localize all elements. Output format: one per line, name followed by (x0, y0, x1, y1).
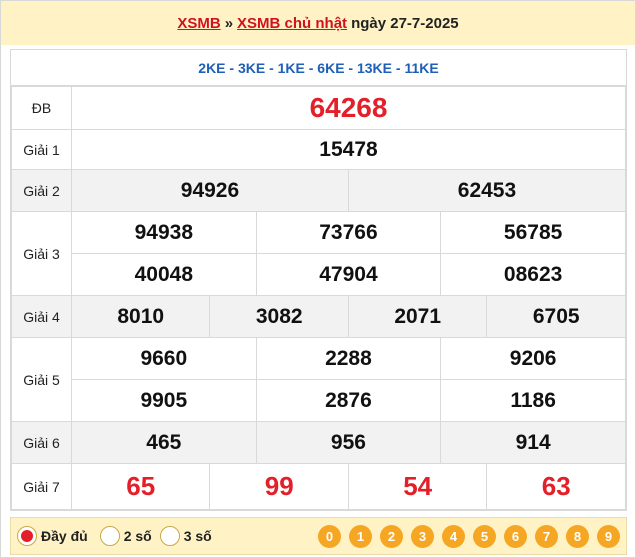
prize-row-db: ĐB 64268 (11, 86, 626, 130)
digit-button-4[interactable]: 4 (442, 524, 465, 548)
prize-number: 56785 (440, 211, 626, 254)
digit-button-5[interactable]: 5 (473, 524, 496, 548)
prize-row-g5b: 9905 2876 1186 (12, 379, 626, 422)
draw-date: ngày 27-7-2025 (351, 14, 459, 32)
prize-number: 6705 (486, 295, 626, 338)
prize-number: 08623 (440, 253, 626, 296)
prize-number: 40048 (71, 253, 257, 296)
prize-number: 2071 (347, 295, 488, 338)
radio-icon[interactable] (99, 526, 120, 546)
prize-number: 9905 (71, 379, 257, 422)
option-label: 2 số (123, 528, 152, 544)
radio-icon[interactable] (159, 526, 180, 546)
prize-number: 63 (486, 463, 626, 510)
prize-number: 94926 (71, 169, 349, 212)
prize-label: Giải 2 (11, 169, 72, 212)
results-panel: XSMB » XSMB chủ nhật ngày 27-7-2025 2KE … (0, 0, 636, 558)
prize-number: 956 (255, 421, 442, 464)
xsmb-link[interactable]: XSMB (177, 15, 220, 32)
digit-button-3[interactable]: 3 (411, 524, 434, 548)
option-label: Đầy đủ (41, 528, 88, 544)
prize-number: 8010 (70, 295, 211, 338)
prize-label: Giải 1 (11, 129, 72, 170)
prize-number: 99 (209, 463, 349, 510)
prize-row-g3: Giải 3 94938 73766 56785 (11, 211, 626, 296)
breadcrumb-separator: » (224, 14, 234, 32)
prize-label: Giải 4 (11, 295, 72, 338)
prize-label: Giải 7 (11, 463, 72, 510)
prize-number: 9660 (71, 337, 257, 380)
digit-button-2[interactable]: 2 (380, 524, 403, 548)
prize-number: 65 (70, 463, 211, 510)
prize-label: Giải 6 (11, 421, 72, 464)
ticket-codes: 2KE - 3KE - 1KE - 6KE - 13KE - 11KE (11, 50, 626, 86)
option-label: 3 số (183, 528, 212, 544)
special-prize-number: 64268 (71, 86, 626, 130)
prize-row-g6: Giải 6 465 956 914 (11, 421, 626, 464)
prize-row-g1: Giải 1 15478 (11, 129, 626, 170)
prize-label: Giải 3 (11, 211, 72, 296)
display-options-bar: Đầy đủ 2 số 3 số 0 1 2 3 4 5 6 7 8 9 (10, 517, 627, 555)
option-2-digits[interactable]: 2 số (99, 526, 152, 546)
prize-number: 914 (440, 421, 626, 464)
digit-filter: 0 1 2 3 4 5 6 7 8 9 (318, 524, 620, 548)
prize-number: 1186 (440, 379, 626, 422)
prize-number: 9206 (440, 337, 626, 380)
prize-number: 465 (71, 421, 257, 464)
prize-number: 15478 (71, 129, 626, 170)
prize-number: 2288 (255, 337, 442, 380)
prize-row-g4: Giải 4 8010 3082 2071 6705 (11, 295, 626, 338)
digit-button-1[interactable]: 1 (349, 524, 372, 548)
results-header: XSMB » XSMB chủ nhật ngày 27-7-2025 (1, 1, 635, 45)
prize-number: 47904 (255, 253, 442, 296)
radio-selected-icon[interactable] (17, 526, 37, 546)
prize-number: 73766 (255, 211, 442, 254)
digit-button-0[interactable]: 0 (318, 524, 341, 548)
prize-row-g7: Giải 7 65 99 54 63 (11, 463, 626, 510)
prize-number: 94938 (71, 211, 257, 254)
digit-button-8[interactable]: 8 (566, 524, 589, 548)
option-3-digits[interactable]: 3 số (159, 526, 212, 546)
option-full[interactable]: Đầy đủ (17, 526, 88, 546)
prize-row-g2: Giải 2 94926 62453 (11, 169, 627, 212)
prize-row-g5: Giải 5 9660 2288 9206 (11, 337, 626, 422)
prize-row-g3b: 40048 47904 08623 (12, 253, 626, 296)
prize-label: Giải 5 (11, 337, 72, 422)
results-table-wrapper: 2KE - 3KE - 1KE - 6KE - 13KE - 11KE ĐB 6… (10, 49, 627, 511)
prize-number: 3082 (209, 295, 349, 338)
digit-button-7[interactable]: 7 (535, 524, 558, 548)
digit-button-9[interactable]: 9 (597, 524, 620, 548)
prize-number: 2876 (255, 379, 442, 422)
digit-button-6[interactable]: 6 (504, 524, 527, 548)
results-table: ĐB 64268 Giải 1 15478 Giải 2 94926 62453… (11, 86, 627, 510)
prize-label: ĐB (11, 86, 72, 130)
prize-number: 54 (347, 463, 488, 510)
xsmb-sunday-link[interactable]: XSMB chủ nhật (237, 15, 347, 32)
prize-number: 62453 (347, 169, 627, 212)
